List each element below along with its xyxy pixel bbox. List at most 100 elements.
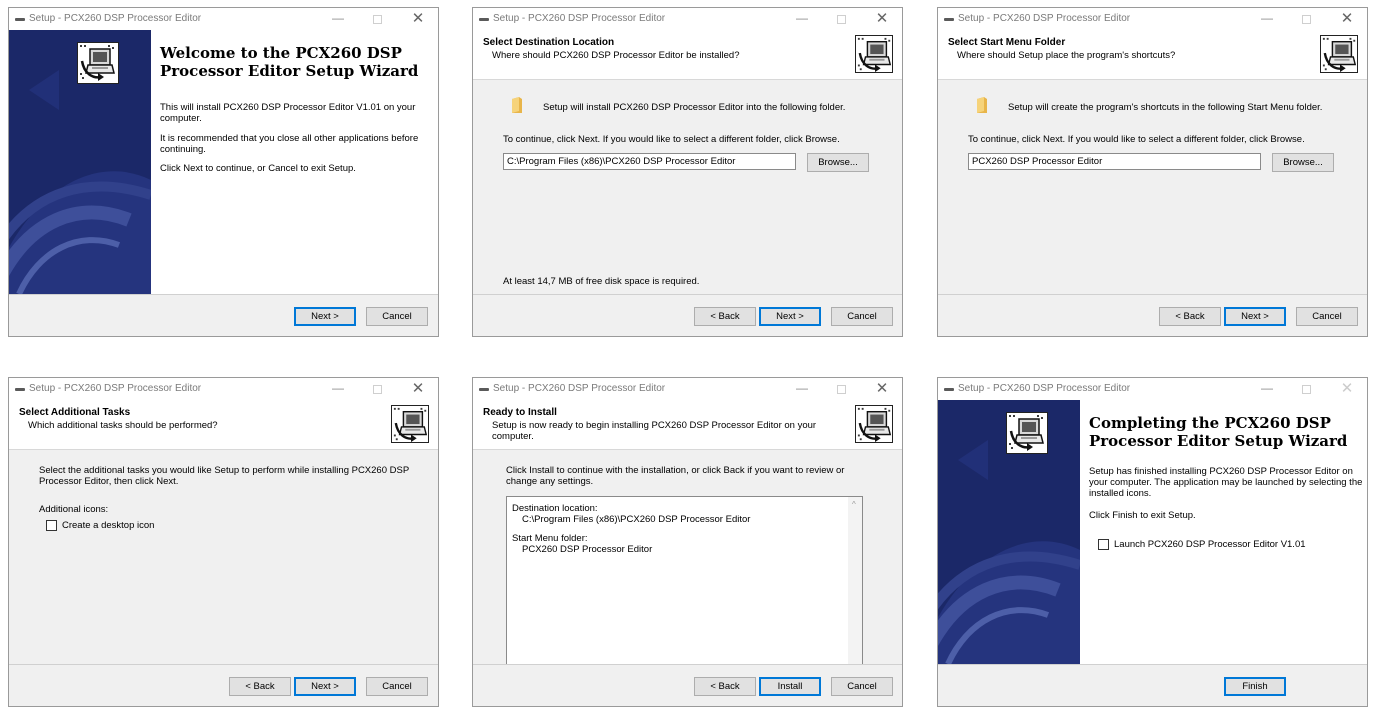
finish-content: Completing the PCX260 DSP Processor Edit… bbox=[1080, 400, 1367, 664]
computer-install-icon bbox=[855, 405, 893, 443]
button-bar: < Back Install Cancel bbox=[473, 664, 902, 706]
instruction-text: Select the additional tasks you would li… bbox=[39, 465, 409, 487]
setup-icon bbox=[15, 18, 25, 21]
title-bar[interactable]: Setup - PCX260 DSP Processor Editor — ✕ bbox=[9, 8, 438, 30]
button-bar: < Back Next > Cancel bbox=[473, 294, 902, 336]
maximize-button[interactable] bbox=[837, 385, 846, 394]
title-bar[interactable]: Setup - PCX260 DSP Processor Editor — ✕ bbox=[473, 8, 902, 30]
cancel-button[interactable]: Cancel bbox=[366, 677, 428, 696]
finish-window: Setup - PCX260 DSP Processor Editor — ✕ … bbox=[937, 377, 1368, 707]
back-button[interactable]: < Back bbox=[1159, 307, 1221, 326]
close-button[interactable]: ✕ bbox=[1338, 10, 1356, 28]
start-menu-value: PCX260 DSP Processor Editor bbox=[522, 544, 653, 555]
page-subtitle: Where should PCX260 DSP Processor Editor… bbox=[492, 50, 740, 61]
next-button[interactable]: Next > bbox=[759, 307, 821, 326]
destination-value: C:\Program Files (x86)\PCX260 DSP Proces… bbox=[522, 514, 751, 525]
install-button[interactable]: Install bbox=[759, 677, 821, 696]
destination-window: Setup - PCX260 DSP Processor Editor — ✕ … bbox=[472, 7, 903, 337]
maximize-button[interactable] bbox=[1302, 385, 1311, 394]
window-title: Setup - PCX260 DSP Processor Editor bbox=[29, 13, 202, 24]
close-button[interactable]: ✕ bbox=[873, 10, 891, 28]
computer-install-icon bbox=[855, 35, 893, 73]
instruction-text: To continue, click Next. If you would li… bbox=[503, 134, 840, 145]
close-button[interactable]: ✕ bbox=[1338, 380, 1356, 398]
launch-checkbox[interactable] bbox=[1098, 539, 1109, 550]
wizard-side-banner bbox=[9, 30, 151, 294]
page-title: Select Destination Location bbox=[483, 37, 615, 48]
page-body: Setup will install PCX260 DSP Processor … bbox=[473, 81, 902, 293]
computer-install-icon bbox=[391, 405, 429, 443]
maximize-button[interactable] bbox=[837, 15, 846, 24]
wizard-side-banner bbox=[938, 400, 1080, 664]
computer-install-icon bbox=[77, 42, 119, 84]
page-subtitle: Setup is now ready to begin installing P… bbox=[492, 420, 817, 442]
back-button[interactable]: < Back bbox=[229, 677, 291, 696]
close-button[interactable]: ✕ bbox=[873, 380, 891, 398]
cancel-button[interactable]: Cancel bbox=[366, 307, 428, 326]
minimize-button[interactable]: — bbox=[1260, 12, 1274, 26]
ready-window: Setup - PCX260 DSP Processor Editor — ✕ … bbox=[472, 377, 903, 707]
page-body: Select the additional tasks you would li… bbox=[9, 451, 438, 663]
page-title: Ready to Install bbox=[483, 407, 557, 418]
next-button[interactable]: Next > bbox=[294, 307, 356, 326]
next-button[interactable]: Next > bbox=[1224, 307, 1286, 326]
maximize-button[interactable] bbox=[373, 385, 382, 394]
minimize-button[interactable]: — bbox=[331, 12, 345, 26]
additional-icons-label: Additional icons: bbox=[39, 504, 109, 515]
welcome-content: Welcome to the PCX260 DSP Processor Edit… bbox=[151, 30, 438, 294]
welcome-text-3: Click Next to continue, or Cancel to exi… bbox=[160, 163, 356, 174]
back-button[interactable]: < Back bbox=[694, 677, 756, 696]
start-menu-folder-input[interactable]: PCX260 DSP Processor Editor bbox=[968, 153, 1261, 170]
start-menu-label: Start Menu folder: bbox=[512, 533, 588, 544]
finish-text-2: Click Finish to exit Setup. bbox=[1089, 510, 1196, 521]
minimize-button[interactable]: — bbox=[1260, 382, 1274, 396]
title-bar[interactable]: Setup - PCX260 DSP Processor Editor — ✕ bbox=[473, 378, 902, 400]
info-text: Setup will install PCX260 DSP Processor … bbox=[543, 102, 846, 113]
window-title: Setup - PCX260 DSP Processor Editor bbox=[958, 383, 1131, 394]
page-body: Click Install to continue with the insta… bbox=[473, 451, 902, 706]
minimize-button[interactable]: — bbox=[795, 382, 809, 396]
button-bar: < Back Next > Cancel bbox=[938, 294, 1367, 336]
minimize-button[interactable]: — bbox=[331, 382, 345, 396]
welcome-window: Setup - PCX260 DSP Processor Editor — ✕ … bbox=[8, 7, 439, 337]
setup-icon bbox=[479, 388, 489, 391]
title-bar[interactable]: Setup - PCX260 DSP Processor Editor — ✕ bbox=[938, 378, 1367, 400]
cancel-button[interactable]: Cancel bbox=[1296, 307, 1358, 326]
computer-install-icon bbox=[1006, 412, 1048, 454]
back-button[interactable]: < Back bbox=[694, 307, 756, 326]
window-title: Setup - PCX260 DSP Processor Editor bbox=[493, 13, 666, 24]
page-header: Select Start Menu Folder Where should Se… bbox=[938, 30, 1367, 80]
browse-button[interactable]: Browse... bbox=[807, 153, 869, 172]
destination-path-input[interactable]: C:\Program Files (x86)\PCX260 DSP Proces… bbox=[503, 153, 796, 170]
window-title: Setup - PCX260 DSP Processor Editor bbox=[493, 383, 666, 394]
desktop-icon-label[interactable]: Create a desktop icon bbox=[62, 520, 154, 531]
scroll-up-icon[interactable]: ^ bbox=[852, 500, 856, 509]
cancel-button[interactable]: Cancel bbox=[831, 307, 893, 326]
folder-icon bbox=[512, 97, 522, 113]
page-header: Select Destination Location Where should… bbox=[473, 30, 902, 80]
browse-button[interactable]: Browse... bbox=[1272, 153, 1334, 172]
start-menu-window: Setup - PCX260 DSP Processor Editor — ✕ … bbox=[937, 7, 1368, 337]
launch-label[interactable]: Launch PCX260 DSP Processor Editor V1.01 bbox=[1114, 539, 1306, 550]
title-bar[interactable]: Setup - PCX260 DSP Processor Editor — ✕ bbox=[938, 8, 1367, 30]
close-button[interactable]: ✕ bbox=[409, 380, 427, 398]
welcome-heading: Welcome to the PCX260 DSP Processor Edit… bbox=[160, 44, 419, 80]
setup-icon bbox=[479, 18, 489, 21]
disk-space-text: At least 14,7 MB of free disk space is r… bbox=[503, 276, 700, 287]
welcome-text-2: It is recommended that you close all oth… bbox=[160, 133, 419, 155]
next-button[interactable]: Next > bbox=[294, 677, 356, 696]
close-button[interactable]: ✕ bbox=[409, 10, 427, 28]
desktop-icon-checkbox[interactable] bbox=[46, 520, 57, 531]
finish-button[interactable]: Finish bbox=[1224, 677, 1286, 696]
destination-label: Destination location: bbox=[512, 503, 598, 514]
cancel-button[interactable]: Cancel bbox=[831, 677, 893, 696]
page-subtitle: Where should Setup place the program's s… bbox=[957, 50, 1176, 61]
window-title: Setup - PCX260 DSP Processor Editor bbox=[958, 13, 1131, 24]
finish-heading: Completing the PCX260 DSP Processor Edit… bbox=[1089, 414, 1348, 450]
page-header: Ready to Install Setup is now ready to b… bbox=[473, 400, 902, 450]
title-bar[interactable]: Setup - PCX260 DSP Processor Editor — ✕ bbox=[9, 378, 438, 400]
maximize-button[interactable] bbox=[1302, 15, 1311, 24]
maximize-button[interactable] bbox=[373, 15, 382, 24]
minimize-button[interactable]: — bbox=[795, 12, 809, 26]
tasks-window: Setup - PCX260 DSP Processor Editor — ✕ … bbox=[8, 377, 439, 707]
